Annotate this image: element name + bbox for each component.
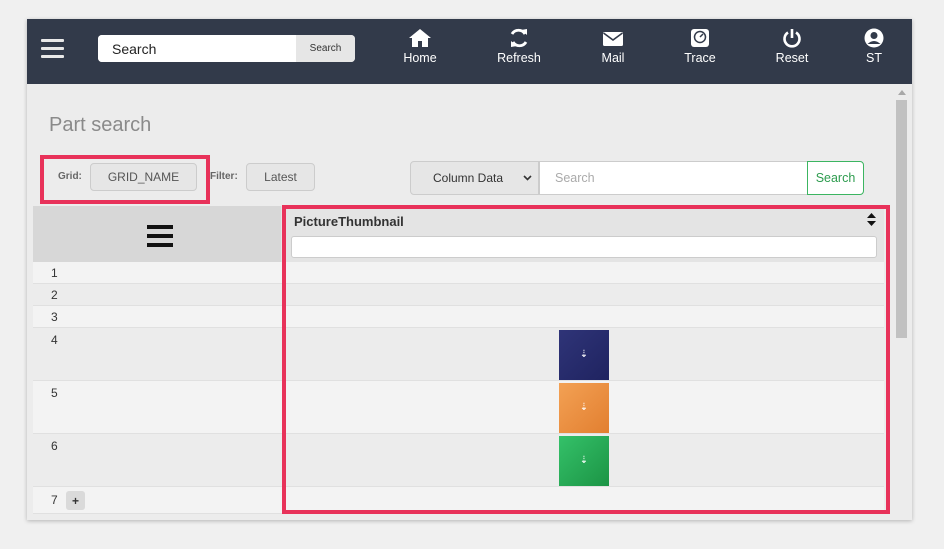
- grid-highlight-box: [40, 155, 210, 204]
- nav-mail-label: Mail: [601, 51, 625, 65]
- vertical-scrollbar[interactable]: [895, 86, 908, 520]
- nav-reset-label: Reset: [775, 51, 809, 65]
- chevron-down-icon: [523, 175, 532, 181]
- nav-home[interactable]: Home: [396, 28, 444, 65]
- column-select-value: Column Data: [433, 171, 504, 185]
- nav-home-label: Home: [403, 51, 437, 65]
- column-search-input[interactable]: Search: [539, 161, 808, 195]
- row-number: 7: [51, 493, 58, 507]
- scroll-up-arrow-icon[interactable]: [898, 90, 906, 95]
- nav-reset[interactable]: Reset: [772, 28, 812, 65]
- app-window: Search Home Refresh Mail Trace Reset ST …: [27, 19, 912, 520]
- mail-icon: [603, 32, 623, 46]
- refresh-icon: [510, 28, 528, 48]
- filter-latest-button[interactable]: Latest: [246, 163, 315, 191]
- home-icon: [409, 29, 431, 47]
- row-number: 6: [51, 439, 58, 453]
- nav-mail[interactable]: Mail: [593, 28, 633, 65]
- menu-icon[interactable]: [41, 39, 64, 59]
- row-number: 5: [51, 386, 58, 400]
- top-navbar: Search Home Refresh Mail Trace Reset ST: [27, 19, 912, 84]
- filter-label: Filter:: [210, 171, 238, 182]
- column-menu-icon[interactable]: [147, 225, 173, 252]
- row-number: 3: [51, 310, 58, 324]
- nav-trace[interactable]: Trace: [680, 28, 720, 65]
- nav-user[interactable]: ST: [859, 28, 889, 65]
- user-icon: [864, 28, 884, 48]
- column-search-button[interactable]: Search: [807, 161, 864, 195]
- page-title: Part search: [49, 114, 152, 136]
- trace-icon: [691, 29, 709, 47]
- column-highlight-box: [282, 205, 890, 514]
- nav-trace-label: Trace: [684, 51, 716, 65]
- nav-user-label: ST: [866, 51, 882, 65]
- nav-refresh[interactable]: Refresh: [493, 28, 545, 65]
- row-number: 1: [51, 266, 58, 280]
- nav-search-box: Search: [98, 35, 355, 62]
- scroll-thumb[interactable]: [896, 100, 907, 338]
- nav-search-button[interactable]: Search: [296, 35, 355, 62]
- power-icon: [783, 29, 801, 48]
- row-number: 2: [51, 288, 58, 302]
- nav-refresh-label: Refresh: [497, 51, 541, 65]
- row-number: 4: [51, 333, 58, 347]
- add-row-button[interactable]: +: [66, 491, 85, 510]
- column-select[interactable]: Column Data: [410, 161, 539, 195]
- nav-search-input[interactable]: [98, 35, 296, 62]
- row-header-menu-cell: [33, 206, 281, 262]
